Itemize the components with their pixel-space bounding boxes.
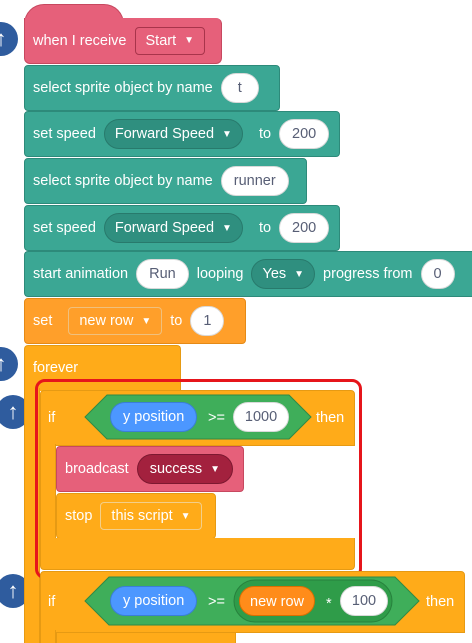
block-label: set speed: [33, 220, 96, 236]
dropdown-value: Start: [145, 32, 177, 49]
dropdown-value: new row: [79, 313, 134, 329]
then-label: then: [426, 594, 455, 610]
variable-dropdown[interactable]: new row ▼: [68, 307, 163, 335]
variable-reporter[interactable]: new row: [239, 586, 315, 616]
select-sprite-block[interactable]: select sprite object by name runner: [24, 158, 307, 204]
looping-dropdown[interactable]: Yes ▼: [251, 259, 316, 289]
set-variable-block[interactable]: set new row ▼ to 1: [24, 298, 246, 344]
message-dropdown[interactable]: Start ▼: [134, 26, 206, 55]
block-label: set: [33, 313, 53, 329]
when-i-receive-block[interactable]: when I receive Start ▼: [24, 18, 222, 64]
set-speed-block[interactable]: set speed Forward Speed ▼ to 200: [24, 205, 340, 251]
select-sprite-block[interactable]: select sprite object by name t: [24, 65, 280, 111]
variable-value-input[interactable]: 1: [190, 306, 225, 336]
block-label: when I receive: [33, 32, 127, 49]
speed-value-input[interactable]: 200: [279, 119, 330, 149]
chevron-down-icon: ▼: [222, 128, 232, 140]
forever-label: forever: [33, 360, 79, 376]
block-label: set speed: [33, 126, 96, 142]
to-label: to: [258, 220, 272, 236]
speed-type-dropdown[interactable]: Forward Speed ▼: [103, 119, 243, 149]
sprite-name-input[interactable]: runner: [220, 166, 289, 196]
animation-name-input[interactable]: Run: [136, 259, 189, 289]
operator-label: >=: [208, 594, 225, 610]
progress-input[interactable]: 0: [420, 259, 455, 289]
chevron-down-icon: ▼: [141, 315, 152, 327]
chevron-down-icon: ▼: [222, 222, 232, 234]
progress-label: progress from: [323, 266, 413, 282]
speed-value-input[interactable]: 200: [279, 213, 330, 243]
speed-type-dropdown[interactable]: Forward Speed ▼: [103, 213, 243, 243]
y-position-reporter[interactable]: y position: [110, 586, 198, 616]
start-animation-block[interactable]: start animation Run looping Yes ▼ progres…: [24, 251, 472, 297]
dropdown-value: Forward Speed: [114, 220, 215, 236]
multiply-label: *: [326, 596, 332, 612]
chevron-down-icon: ▼: [184, 35, 195, 46]
if-arm: [40, 630, 56, 643]
next-block-partial: [56, 632, 236, 643]
scroll-arrow-icon[interactable]: ↑: [0, 22, 18, 56]
to-label: to: [258, 126, 272, 142]
block-label: start animation: [33, 266, 129, 282]
chevron-down-icon: ▼: [294, 268, 305, 280]
to-label: to: [170, 313, 183, 329]
sprite-name-input[interactable]: t: [220, 73, 259, 103]
multiplier-input[interactable]: 100: [340, 586, 388, 616]
scroll-arrow-icon[interactable]: ↑: [0, 347, 18, 381]
looping-label: looping: [196, 266, 244, 282]
selection-highlight: [35, 379, 362, 579]
dropdown-value: Forward Speed: [114, 126, 215, 142]
block-label: select sprite object by name: [33, 80, 213, 96]
if-label: if: [48, 594, 56, 610]
set-speed-block[interactable]: set speed Forward Speed ▼ to 200: [24, 111, 340, 157]
block-label: select sprite object by name: [33, 173, 213, 189]
dropdown-value: Yes: [262, 266, 287, 282]
